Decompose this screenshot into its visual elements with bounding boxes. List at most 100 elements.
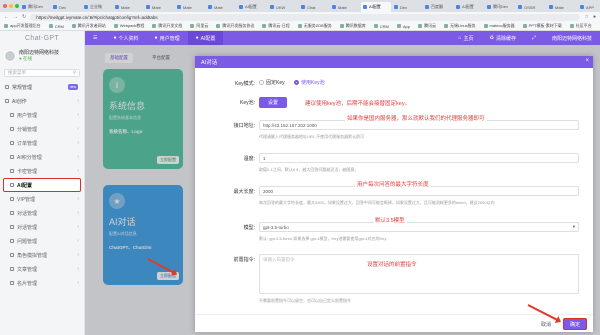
- fullscreen-icon[interactable]: ⤢: [524, 31, 544, 45]
- bookmark-item[interactable]: 腾讯云·日程: [262, 23, 290, 29]
- browser-tab[interactable]: 腾讯Dev: [485, 2, 515, 12]
- tab-label: Dev: [400, 4, 408, 10]
- nav-ai-config[interactable]: ● AI配置: [187, 31, 224, 45]
- annotation-maxlen: 用户每次问答的最大字符长度: [355, 180, 431, 188]
- chevron-icon: ‹: [77, 154, 79, 160]
- browser-tab[interactable]: Mate: [144, 2, 174, 12]
- confirm-button[interactable]: 确定: [563, 318, 587, 330]
- chevron-icon: ‹: [77, 252, 79, 258]
- bookmark-item[interactable]: 腾讯开发者网站: [71, 23, 106, 29]
- sidebar-item[interactable]: 问题管理 ‹: [0, 234, 84, 248]
- menu-item-icon: [10, 141, 14, 145]
- sidebar-item-label: 文章管理: [17, 266, 38, 273]
- browser-tab[interactable]: Mate: [206, 2, 236, 12]
- sidebar-item[interactable]: 文章管理 ‹: [0, 262, 84, 276]
- browser-tab[interactable]: APP: [578, 2, 600, 12]
- radio-key-pool[interactable]: 使用Key池: [294, 79, 325, 86]
- bookmark-item[interactable]: 阿里云: [190, 23, 208, 29]
- temperature-input[interactable]: 1: [259, 153, 579, 163]
- bookmark-icon: [417, 24, 422, 28]
- bookmark-item[interactable]: 腾讯云: [417, 23, 436, 29]
- search-icon[interactable]: ⚲: [73, 70, 76, 76]
- sidebar-item[interactable]: AI创作 ‹: [0, 94, 84, 108]
- field-help: 每次回答的最大字符长度，最大3500，如果设置过大，回答中间可能会断掉，如果设置…: [259, 200, 495, 205]
- reload-icon[interactable]: ↻: [22, 14, 26, 20]
- cancel-button[interactable]: 取消: [537, 320, 555, 329]
- sidebar-item[interactable]: 常规管理 new: [0, 80, 84, 94]
- browser-tab[interactable]: Dev: [51, 2, 81, 12]
- browser-tab[interactable]: Chat: [299, 2, 329, 12]
- nav-users[interactable]: ● 用户管理: [147, 31, 188, 45]
- browser-tab[interactable]: AI配置: [361, 2, 391, 12]
- browser-tab[interactable]: Mate: [113, 2, 143, 12]
- browser-tab[interactable]: AI配置: [237, 2, 267, 12]
- sidebar-item[interactable]: 对话管理 ‹: [0, 206, 84, 220]
- browser-tab[interactable]: Mate: [175, 2, 205, 12]
- browser-tab[interactable]: Mate: [330, 2, 360, 12]
- browser-tab[interactable]: 百度翻: [423, 2, 453, 12]
- tab-label: Mate: [152, 4, 161, 10]
- bookmark-item[interactable]: CRM: [373, 24, 389, 29]
- tab-label: AI配置: [369, 4, 381, 9]
- sidebar-item[interactable]: 订单管理 ‹: [0, 136, 84, 150]
- forward-icon[interactable]: →: [13, 14, 18, 20]
- browser-tab[interactable]: 企业微: [82, 2, 112, 12]
- profile-icon[interactable]: ●: [593, 14, 596, 20]
- sidebar-item[interactable]: 分销管理 ‹: [0, 122, 84, 136]
- bookmark-item[interactable]: CRM: [48, 24, 64, 29]
- sidebar-item[interactable]: AI积分管理 ‹: [0, 150, 84, 164]
- bookmark-item[interactable]: 无锡Linux服务: [443, 23, 476, 29]
- sidebar-item[interactable]: 名片管理 ‹: [0, 276, 84, 290]
- nav-profile[interactable]: ● 个人资料: [105, 31, 146, 45]
- sidebar-item[interactable]: 用户管理 ‹: [0, 108, 84, 122]
- browser-tab[interactable]: Dev: [392, 2, 422, 12]
- browser-tab[interactable]: OSSR: [516, 2, 546, 12]
- nav-clear-cache[interactable]: ♻ 清除缓存: [481, 31, 524, 45]
- browser-tab[interactable]: AI配置: [454, 2, 484, 12]
- sidebar-item[interactable]: 对话管理 ‹: [0, 220, 84, 234]
- browser-tab[interactable]: Mate: [547, 2, 577, 12]
- tab-favicon-icon: [270, 5, 274, 9]
- avatar[interactable]: [4, 49, 16, 62]
- bookmark-item[interactable]: mateco服务器: [483, 23, 515, 29]
- bookmark-item[interactable]: 腾讯开发文档: [152, 23, 182, 29]
- dialog-title: AI对话: [195, 56, 593, 68]
- star-icon[interactable]: ☆: [584, 14, 588, 20]
- bookmark-item[interactable]: 腾讯数据库: [339, 23, 366, 29]
- bookmark-item[interactable]: 社区平台: [569, 23, 592, 29]
- user-menu[interactable]: 南阳迈特网络科技: [544, 31, 600, 45]
- sidebar-item[interactable]: AI配置: [3, 178, 81, 192]
- url-field[interactable]: https://meitgpt.ivymate.cn/:8/#/pc/chatg…: [30, 13, 581, 21]
- radio-fixed-key[interactable]: 固定Key: [259, 79, 285, 86]
- sidebar-item-label: 分销管理: [17, 126, 38, 133]
- bookmark-item[interactable]: 无服务ZDB服务: [297, 23, 332, 29]
- ai-chat-dialog: AI对话 × Key模式: 固定Key 使用Key池 Key池: 设置 建议使用…: [195, 56, 593, 332]
- menu-search-input[interactable]: 搜索菜单 ⚲: [4, 69, 80, 77]
- annotation-prefix: 设置对话的前置指令: [367, 262, 417, 268]
- bookmark-item[interactable]: 腾讯开发服务协议: [216, 23, 254, 29]
- sidebar-item[interactable]: 卡密管理 ‹: [0, 164, 84, 178]
- back-icon[interactable]: ←: [4, 14, 9, 20]
- bookmark-item[interactable]: Webpack教程: [113, 23, 144, 29]
- model-select[interactable]: gpt-3.5-turbo ▾: [259, 222, 579, 232]
- menu-toggle-icon[interactable]: ☰: [85, 31, 105, 45]
- bookmark-icon: [71, 24, 76, 28]
- sidebar-item[interactable]: 角色模拟管理 ‹: [0, 248, 84, 262]
- chevron-down-icon: ▾: [572, 224, 575, 229]
- field-help: 取值0-1之间，默认0.9，越大回答问题越灵活，越随意。: [259, 167, 359, 172]
- sidebar-item-label: 卡密管理: [17, 168, 38, 175]
- prefix-textarea[interactable]: 请输入前置指令: [259, 254, 579, 294]
- menu-item-icon: [10, 113, 14, 117]
- sidebar-item[interactable]: VIP管理 ‹: [0, 192, 84, 206]
- chevron-icon: ‹: [77, 210, 79, 216]
- chevron-icon: ‹: [77, 112, 79, 118]
- bookmark-item[interactable]: app开发管理后台: [4, 23, 41, 29]
- bookmark-item[interactable]: App: [396, 24, 410, 29]
- nav-home[interactable]: ⌂ 主页: [450, 31, 481, 45]
- window-controls[interactable]: [3, 4, 19, 8]
- browser-tab[interactable]: UKW: [268, 2, 298, 12]
- key-pool-settings-button[interactable]: 设置: [259, 97, 287, 108]
- browser-tab[interactable]: 腾讯Dev: [20, 2, 50, 12]
- close-icon[interactable]: ×: [585, 58, 589, 64]
- bookmark-item[interactable]: PPT模板·素材下载: [522, 23, 562, 29]
